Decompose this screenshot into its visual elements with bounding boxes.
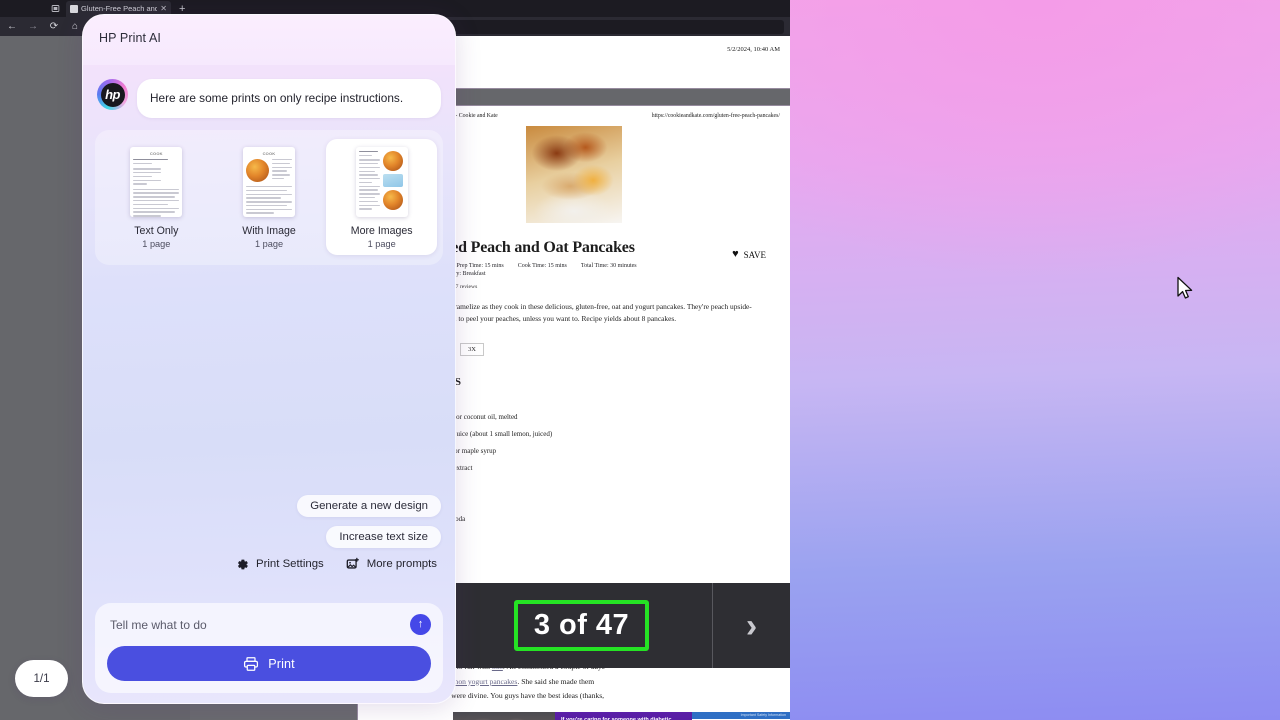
composer-row: ↑ — [107, 614, 431, 635]
ad-safety-bar: Important Safety Information — [692, 712, 790, 719]
page-title: HP Print AI — [99, 31, 162, 45]
ad-headline-block: If you're caring for someone with diabet… — [555, 712, 692, 720]
assistant-message-row: hp Here are some prints on only recipe i… — [83, 65, 455, 118]
preview-header-right: https://cookieandkate.com/gluten-free-pe… — [651, 113, 780, 119]
hp-print-ai-panel: HP Print AI hp Here are some prints on o… — [82, 14, 456, 704]
suggestion-row-1: Generate a new design — [97, 495, 441, 517]
close-icon[interactable]: ✕ — [160, 5, 167, 13]
suggestion-generate-new-design[interactable]: Generate a new design — [297, 495, 441, 517]
recipe-total-time: Total Time: 30 minutes — [580, 263, 637, 269]
window-controls-spacer — [0, 0, 44, 17]
ad-headline: If you're caring for someone with diabet… — [561, 717, 672, 720]
preview-prev-timestamp: 5/2/2024, 10:40 AM — [727, 46, 780, 53]
more-prompts-icon — [346, 557, 360, 571]
design-option-pages: 1 page — [367, 239, 396, 249]
panel-header: HP Print AI — [83, 15, 455, 65]
recipe-save-button[interactable]: ♥ SAVE — [732, 249, 766, 260]
action-row: Print Settings More prompts — [97, 557, 441, 571]
screen-root: Gluten-Free Peach and Oat Pan ✕ + ← → ⟳ … — [0, 0, 1280, 720]
recipe-cook-time: Cook Time: 15 mins — [517, 263, 567, 269]
peach-pancake-photo — [526, 126, 622, 223]
thumbnail-preview-with-image: COOK — [243, 147, 295, 217]
chevron-right-icon: › — [745, 606, 758, 645]
recipe-save-label: SAVE — [743, 249, 766, 260]
design-option-text-only[interactable]: COOK Text Only 1 page — [101, 139, 212, 255]
design-option-pages: 1 page — [142, 239, 171, 249]
hp-logo-glyph: hp — [100, 82, 125, 107]
hp-logo-icon: hp — [97, 79, 128, 110]
design-options-group: COOK Text Only 1 page COOK With Image 1 … — [95, 130, 443, 265]
page-indicator-badge: 1/1 — [15, 660, 68, 697]
page-counter-wrap: 3 of 47 — [451, 583, 713, 668]
print-button-label: Print — [268, 656, 295, 671]
mouse-cursor-icon — [1177, 276, 1193, 299]
design-option-label: More Images — [350, 225, 413, 237]
arrow-up-icon: ↑ — [417, 618, 424, 630]
thumbnail-preview-more-images — [355, 147, 408, 217]
thumbnail-preview-text-only: COOK — [130, 147, 183, 217]
design-option-label: Text Only — [134, 225, 179, 237]
suggestion-area: Generate a new design Increase text size… — [97, 495, 441, 571]
thumb-caption: COOK — [149, 151, 163, 156]
more-prompts-label: More prompts — [366, 558, 437, 570]
design-option-pages: 1 page — [254, 239, 284, 249]
ad-info-block: Important Safety Information What is VAB… — [692, 712, 790, 720]
send-button[interactable]: ↑ — [410, 614, 431, 635]
thumb-caption: COOK — [262, 151, 276, 156]
back-icon[interactable]: ← — [6, 21, 18, 32]
hp-print-ai-pane — [790, 0, 1280, 720]
design-option-more-images[interactable]: More Images 1 page — [326, 139, 438, 255]
page-counter[interactable]: 3 of 47 — [513, 600, 650, 651]
suggestion-row-2: Increase text size — [97, 526, 441, 548]
more-prompts-button[interactable]: More prompts — [346, 557, 437, 571]
scale-option-3x[interactable]: 3X — [459, 343, 484, 356]
print-settings-label: Print Settings — [255, 558, 324, 570]
gear-icon — [236, 558, 249, 571]
design-option-with-image[interactable]: COOK With Image 1 page — [214, 139, 325, 255]
printer-icon — [243, 656, 259, 672]
reload-icon[interactable]: ⟳ — [48, 21, 60, 32]
print-button[interactable]: Print — [107, 646, 431, 681]
suggestion-increase-text-size[interactable]: Increase text size — [326, 526, 441, 548]
advertisement-banner[interactable]: VABYSMO(faricimab-svoa) If you're caring… — [453, 712, 790, 720]
tab-favicon — [70, 5, 78, 13]
recipe-prep-time: Prep Time: 15 mins — [456, 263, 504, 269]
composer: ↑ Print — [95, 603, 443, 693]
print-settings-button[interactable]: Print Settings — [236, 557, 324, 571]
prompt-input[interactable] — [107, 617, 402, 632]
list-all-tabs-icon[interactable] — [44, 0, 66, 17]
heart-icon: ♥ — [732, 248, 739, 260]
design-option-label: With Image — [242, 225, 296, 237]
ad-photo: VABYSMO(faricimab-svoa) — [453, 712, 555, 720]
next-page-button[interactable]: › — [713, 583, 790, 668]
forward-icon[interactable]: → — [27, 21, 39, 32]
home-icon[interactable]: ⌂ — [69, 21, 81, 32]
assistant-message: Here are some prints on only recipe inst… — [137, 79, 441, 118]
